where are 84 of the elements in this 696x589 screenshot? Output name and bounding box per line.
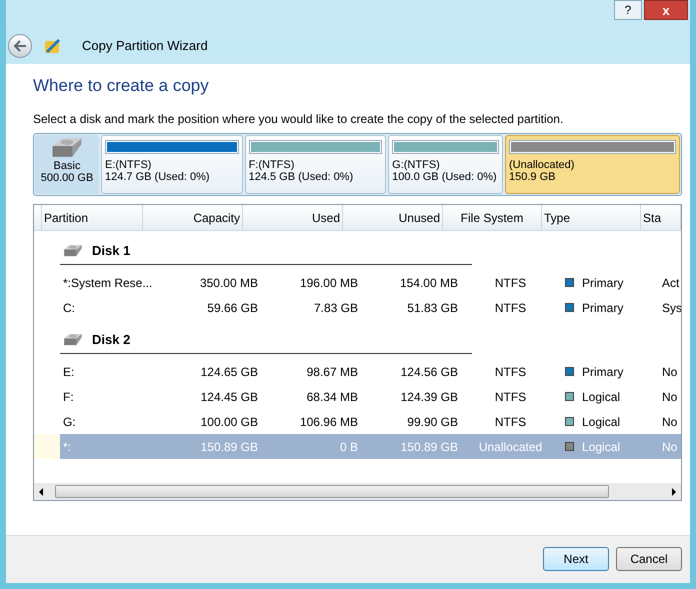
partition-block[interactable]: (Unallocated) 150.9 GB <box>505 135 680 194</box>
table-cell-text: 150.89 GB <box>400 438 458 456</box>
table-cell-text: NTFS <box>494 414 526 430</box>
table-cell-text: No <box>662 438 678 456</box>
disk-size-label: 500.00 GB <box>40 172 94 184</box>
table-cell-text: No <box>662 364 678 380</box>
partition-label: (Unallocated) <box>509 159 576 171</box>
table-cell-text: *:System Rese... <box>63 274 152 292</box>
table-cell-text: Primary <box>582 300 624 316</box>
partition-detail: 150.9 GB <box>509 171 556 183</box>
table-cell-text: No <box>662 388 678 406</box>
column-header[interactable]: File System <box>443 205 542 230</box>
table-cell-text: 350.00 MB <box>200 274 258 292</box>
table-cell-text: Logical <box>582 438 620 456</box>
next-button[interactable]: Next <box>543 546 609 570</box>
table-cell-text: 7.83 GB <box>314 300 358 316</box>
cancel-button[interactable]: Cancel <box>616 546 682 570</box>
column-header[interactable]: Used <box>243 205 343 230</box>
table-cell-text: Logical <box>582 388 620 406</box>
partition-block[interactable]: E:(NTFS) 124.7 GB (Used: 0%) <box>101 135 243 194</box>
table-cell-text: 59.66 GB <box>207 300 258 316</box>
table-cell-text: *: <box>63 438 72 456</box>
table-cell-text: 99.90 GB <box>407 414 458 430</box>
table-cell-text: 124.39 GB <box>400 388 458 406</box>
table-cell-text: NTFS <box>494 274 526 292</box>
table-cell-text: C: <box>63 300 75 316</box>
column-header[interactable]: Type <box>542 205 641 230</box>
partition-row[interactable]: *:System Rese... 350.00 MB 196.00 MB 154.00 MB NTFS Primary Act <box>34 270 681 295</box>
partition-label: F:(NTFS) <box>248 159 296 171</box>
close-button[interactable]: x <box>644 0 688 20</box>
table-cell-text: 0 B <box>340 438 358 456</box>
table-cell-text: Unallocated <box>478 438 542 456</box>
partition-row[interactable]: E: 124.65 GB 98.67 MB 124.56 GB NTFS Primary No <box>34 359 681 384</box>
scroll-right-icon[interactable] <box>672 488 676 496</box>
scrollbar-thumb[interactable] <box>55 485 609 498</box>
disk-name: Disk 1 <box>92 242 130 260</box>
column-header[interactable]: Capacity <box>143 205 243 230</box>
partition-row[interactable]: G: 100.00 GB 106.96 MB 99.90 GB NTFS Logical No <box>34 409 681 434</box>
table-cell-text: Primary <box>582 364 624 380</box>
table-cell-text: 150.89 GB <box>200 438 258 456</box>
table-cell-text: 124.56 GB <box>400 364 458 380</box>
partition-detail: 100.0 GB (Used: 0%) <box>392 171 498 183</box>
table-cell-text: F: <box>63 388 74 406</box>
partition-row[interactable]: F: 124.45 GB 68.34 MB 124.39 GB NTFS Logical No <box>34 384 681 409</box>
column-header[interactable]: Unused <box>343 205 443 230</box>
partition-label: G:(NTFS) <box>392 159 441 171</box>
table-cell-text: 196.00 MB <box>300 274 358 292</box>
table-cell-text: 106.96 MB <box>300 414 358 430</box>
table-cell-text: NTFS <box>494 364 526 380</box>
table-cell-text: 124.65 GB <box>200 364 258 380</box>
back-button[interactable] <box>8 34 32 58</box>
table-cell-text: 100.00 GB <box>200 414 258 430</box>
disk-name: Disk 2 <box>92 330 130 349</box>
page-heading: Where to create a copy <box>33 76 210 96</box>
hard-drive-icon <box>62 244 84 258</box>
table-cell-text: Logical <box>582 414 620 430</box>
partition-detail: 124.5 GB (Used: 0%) <box>248 171 354 183</box>
table-cell-text: 51.83 GB <box>407 300 458 316</box>
table-cell-text: NTFS <box>494 300 526 316</box>
wizard-wand-icon <box>44 37 62 55</box>
table-cell-text: 98.67 MB <box>306 364 358 380</box>
partition-block[interactable]: G:(NTFS) 100.0 GB (Used: 0%) <box>388 135 504 194</box>
table-cell-text: NTFS <box>494 388 526 406</box>
table-cell-text: Act <box>662 274 680 292</box>
disk-type-label: Basic <box>54 160 80 172</box>
hard-drive-icon <box>62 332 84 346</box>
help-button[interactable]: ? <box>614 0 642 20</box>
back-arrow-icon <box>13 40 27 52</box>
table-cell-text: No <box>662 414 678 430</box>
partition-block[interactable]: F:(NTFS) 124.5 GB (Used: 0%) <box>244 135 386 194</box>
table-cell-text: 68.34 MB <box>306 388 358 406</box>
horizontal-scrollbar[interactable] <box>34 483 681 500</box>
table-cell-text: Primary <box>582 274 624 292</box>
instruction-text: Select a disk and mark the position where you would like to create the copy of the selected partition. <box>33 112 564 126</box>
table-cell-text: 124.45 GB <box>200 388 258 406</box>
window-title: Copy Partition Wizard <box>82 37 208 56</box>
scroll-left-icon[interactable] <box>39 488 43 496</box>
partition-label: E:(NTFS) <box>105 159 152 171</box>
table-cell-text: E: <box>63 364 74 380</box>
column-header[interactable]: Partition <box>42 205 143 230</box>
table-cell-text: G: <box>63 414 76 430</box>
partition-detail: 124.7 GB (Used: 0%) <box>105 171 211 183</box>
table-cell-text: 154.00 MB <box>400 274 458 292</box>
column-header[interactable]: Sta <box>641 205 681 230</box>
